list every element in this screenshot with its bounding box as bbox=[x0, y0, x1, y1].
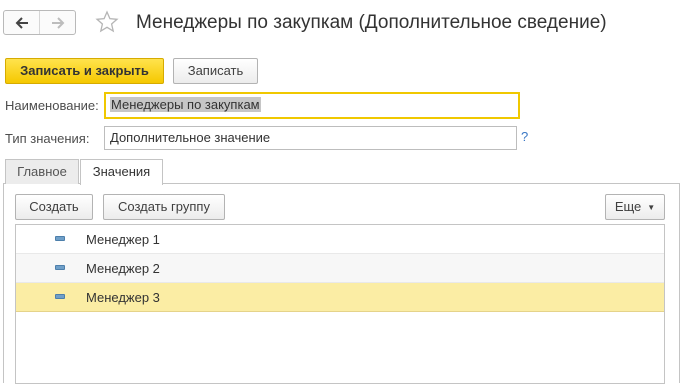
list-item-label: Менеджер 3 bbox=[86, 290, 160, 305]
list-item-label: Менеджер 1 bbox=[86, 232, 160, 247]
help-link[interactable]: ? bbox=[521, 129, 528, 144]
save-and-close-button[interactable]: Записать и закрыть bbox=[5, 58, 164, 84]
type-input[interactable]: Дополнительное значение bbox=[104, 126, 517, 150]
name-label: Наименование: bbox=[5, 98, 99, 113]
list-item[interactable]: Менеджер 1 bbox=[16, 225, 664, 254]
chevron-down-icon: ▼ bbox=[647, 203, 656, 212]
page-title: Менеджеры по закупкам (Дополнительное св… bbox=[136, 12, 607, 33]
forward-button[interactable] bbox=[39, 11, 75, 34]
tab-main[interactable]: Главное bbox=[5, 159, 79, 184]
name-value: Менеджеры по закупкам bbox=[110, 97, 261, 112]
type-label: Тип значения: bbox=[5, 131, 90, 146]
name-input[interactable]: Менеджеры по закупкам bbox=[104, 92, 520, 119]
create-button[interactable]: Создать bbox=[15, 194, 93, 220]
tab-values[interactable]: Значения bbox=[80, 159, 163, 185]
arrow-left-icon bbox=[15, 16, 28, 29]
navigation-buttons bbox=[3, 10, 76, 35]
create-group-button[interactable]: Создать группу bbox=[103, 194, 225, 220]
list-item-label: Менеджер 2 bbox=[86, 261, 160, 276]
more-label: Еще bbox=[614, 199, 642, 214]
item-icon bbox=[55, 294, 65, 299]
save-button[interactable]: Записать bbox=[173, 58, 258, 84]
more-button[interactable]: Еще ▼ bbox=[605, 194, 665, 220]
back-button[interactable] bbox=[4, 11, 39, 34]
values-list[interactable]: Менеджер 1 Менеджер 2 Менеджер 3 bbox=[15, 224, 665, 384]
item-icon bbox=[55, 236, 65, 241]
list-item-selected[interactable]: Менеджер 3 bbox=[16, 283, 664, 312]
item-icon bbox=[55, 265, 65, 270]
list-item[interactable]: Менеджер 2 bbox=[16, 254, 664, 283]
star-icon bbox=[95, 10, 119, 33]
favorite-button[interactable] bbox=[95, 10, 119, 34]
arrow-right-icon bbox=[51, 16, 64, 29]
